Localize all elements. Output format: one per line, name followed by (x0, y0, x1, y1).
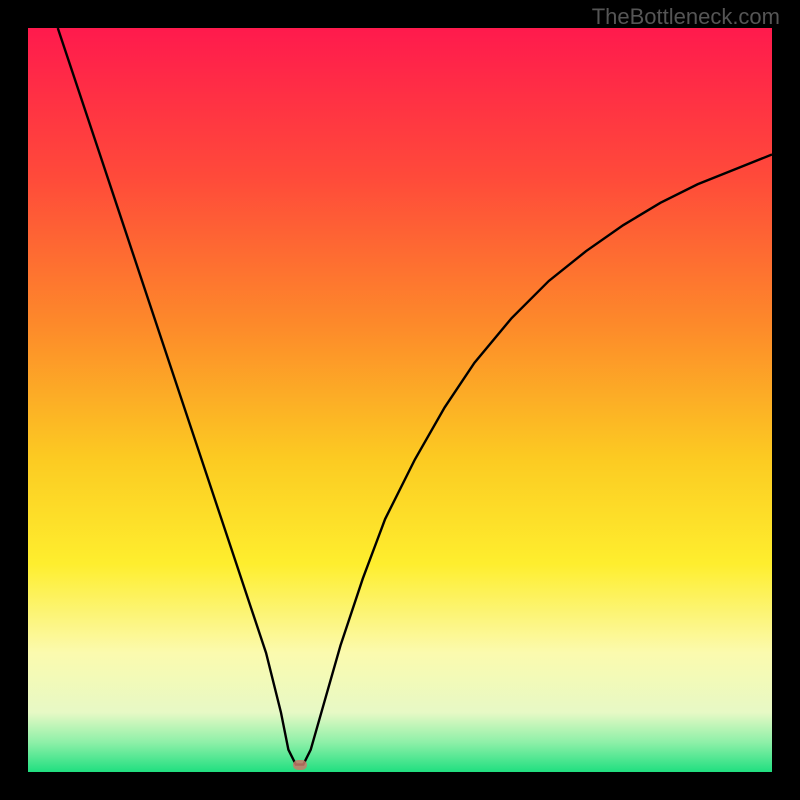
chart-frame (28, 28, 772, 772)
optimal-point-marker (293, 760, 307, 770)
plot-area (28, 28, 772, 772)
watermark-text: TheBottleneck.com (592, 4, 780, 30)
bottleneck-curve (28, 28, 772, 772)
